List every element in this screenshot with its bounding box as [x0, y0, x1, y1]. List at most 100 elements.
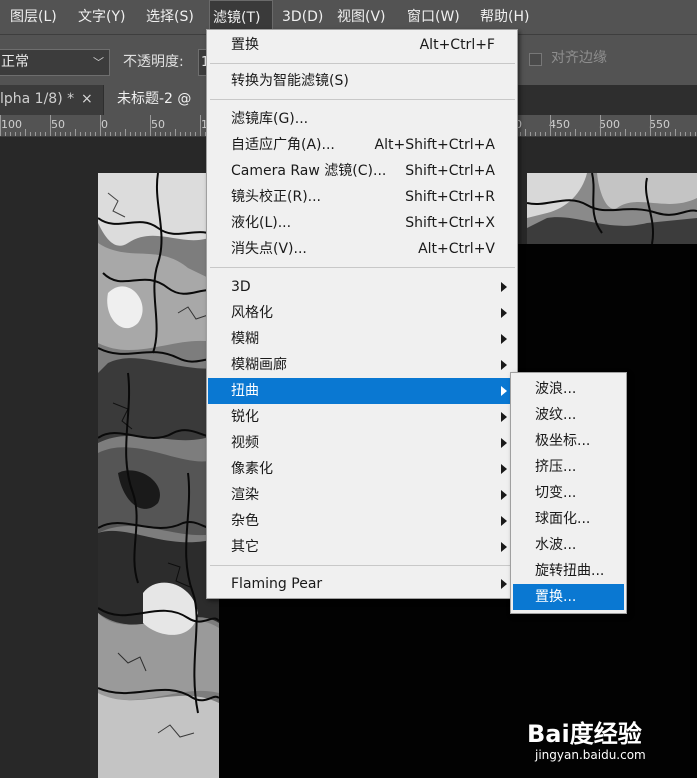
ruler-tick: [625, 129, 626, 136]
submenu-arrow-icon: [501, 438, 507, 448]
menu-divider: [210, 63, 515, 64]
submenu-item-pinch[interactable]: 挤压...: [513, 454, 624, 480]
menu-item-label: 消失点(V)...: [231, 241, 307, 257]
align-edges-checkbox[interactable]: [529, 53, 542, 66]
menu-item-liquify[interactable]: 液化(L)... Shift+Ctrl+X: [208, 210, 516, 236]
menu-item-label: 模糊画廊: [231, 357, 287, 373]
menu-item-camera-raw[interactable]: Camera Raw 滤镜(C)... Shift+Ctrl+A: [208, 158, 516, 184]
submenu-item-polar-coordinates[interactable]: 极坐标...: [513, 428, 624, 454]
submenu-arrow-icon: [501, 334, 507, 344]
displacement-texture-image: [98, 173, 219, 778]
ruler-tick: [620, 132, 621, 136]
document-tab-untitled-2[interactable]: 未标题-2 @: [104, 85, 214, 115]
menu-type[interactable]: 文字(Y): [75, 0, 128, 34]
submenu-item-displace[interactable]: 置换...: [513, 584, 624, 610]
ruler-tick: [580, 132, 581, 136]
menu-item-shortcut: Shift+Ctrl+A: [405, 163, 495, 179]
submenu-arrow-icon: [501, 579, 507, 589]
document-tab-alpha[interactable]: lpha 1/8) * ×: [0, 85, 103, 115]
submenu-item-label: 球面化...: [535, 511, 591, 527]
submenu-item-label: 波浪...: [535, 381, 577, 397]
ruler-tick: [190, 132, 191, 136]
submenu-item-wave[interactable]: 波浪...: [513, 376, 624, 402]
menu-item-noise[interactable]: 杂色: [208, 508, 516, 534]
ruler-tick: [615, 132, 616, 136]
menu-select[interactable]: 选择(S): [143, 0, 197, 34]
menu-item-label: 镜头校正(R)...: [231, 189, 322, 205]
menu-item-label: 风格化: [231, 305, 273, 321]
align-edges-label: 对齐边缘: [551, 50, 607, 66]
ruler-tick: [170, 132, 171, 136]
menu-divider: [210, 267, 515, 268]
ruler-label: 550: [649, 118, 670, 131]
blend-mode-select[interactable]: 正常 ﹀: [0, 49, 110, 76]
ruler-tick: [80, 132, 81, 136]
submenu-item-spherize[interactable]: 球面化...: [513, 506, 624, 532]
ruler-tick: [695, 132, 696, 136]
ruler-tick: [30, 132, 31, 136]
ruler-tick: [100, 115, 101, 136]
menu-item-blur[interactable]: 模糊: [208, 326, 516, 352]
ruler-tick: [660, 132, 661, 136]
close-icon[interactable]: ×: [81, 85, 93, 113]
submenu-item-label: 水波...: [535, 537, 577, 553]
ruler-tick: [670, 132, 671, 136]
menu-layer[interactable]: 图层(L): [7, 0, 60, 34]
baidu-jingyan-watermark: Bai度经验 jingyan.baidu.com: [527, 714, 667, 766]
menu-item-sharpen[interactable]: 锐化: [208, 404, 516, 430]
menu-item-stylize[interactable]: 风格化: [208, 300, 516, 326]
menu-item-label: 视频: [231, 435, 259, 451]
ruler-tick: [680, 132, 681, 136]
watermark-brand: Bai度经验: [527, 720, 642, 748]
ruler-tick: [175, 129, 176, 136]
menu-item-other[interactable]: 其它: [208, 534, 516, 560]
ruler-tick: [690, 132, 691, 136]
menu-item-label: Camera Raw 滤镜(C)...: [231, 163, 387, 179]
menu-item-shortcut: Shift+Ctrl+R: [405, 189, 495, 205]
menu-item-lens-correction[interactable]: 镜头校正(R)... Shift+Ctrl+R: [208, 184, 516, 210]
ruler-tick: [60, 132, 61, 136]
texture-corner-image: [527, 173, 697, 244]
ruler-tick: [15, 132, 16, 136]
menu-item-distort[interactable]: 扭曲: [208, 378, 516, 404]
menu-item-render[interactable]: 渲染: [208, 482, 516, 508]
menu-item-displace-repeat[interactable]: 置换 Alt+Ctrl+F: [208, 32, 516, 58]
ruler-tick: [570, 132, 571, 136]
ruler-tick: [540, 132, 541, 136]
submenu-arrow-icon: [501, 516, 507, 526]
ruler-tick: [610, 132, 611, 136]
ruler-label: 450: [549, 118, 570, 131]
submenu-item-ripple[interactable]: 波纹...: [513, 402, 624, 428]
menu-item-label: 模糊: [231, 331, 259, 347]
ruler-tick: [140, 132, 141, 136]
menu-item-pixelate[interactable]: 像素化: [208, 456, 516, 482]
submenu-arrow-icon: [501, 282, 507, 292]
menu-item-blur-gallery[interactable]: 模糊画廊: [208, 352, 516, 378]
menu-item-label: 3D: [231, 279, 251, 295]
menu-item-label: 锐化: [231, 409, 259, 425]
submenu-item-zigzag[interactable]: 水波...: [513, 532, 624, 558]
ruler-tick: [55, 132, 56, 136]
menu-item-vanishing-point[interactable]: 消失点(V)... Alt+Ctrl+V: [208, 236, 516, 262]
submenu-item-shear[interactable]: 切变...: [513, 480, 624, 506]
ruler-label: 0: [101, 118, 108, 131]
menu-item-label: 其它: [231, 539, 259, 555]
menu-item-convert-smart-filter[interactable]: 转换为智能滤镜(S): [208, 68, 516, 94]
watermark-url: jingyan.baidu.com: [535, 748, 646, 762]
menu-item-shortcut: Alt+Ctrl+V: [418, 241, 495, 257]
ruler-tick: [195, 132, 196, 136]
ruler-tick: [25, 129, 26, 136]
submenu-item-twirl[interactable]: 旋转扭曲...: [513, 558, 624, 584]
menu-item-video[interactable]: 视频: [208, 430, 516, 456]
menu-item-3d[interactable]: 3D: [208, 274, 516, 300]
ruler-tick: [685, 132, 686, 136]
menu-divider: [210, 99, 515, 100]
menu-item-adaptive-wide-angle[interactable]: 自适应广角(A)... Alt+Shift+Ctrl+A: [208, 132, 516, 158]
ruler-tick: [35, 132, 36, 136]
ruler-tick: [95, 132, 96, 136]
submenu-arrow-icon: [501, 386, 507, 396]
menu-item-flaming-pear[interactable]: Flaming Pear: [208, 571, 516, 597]
opacity-label: 不透明度:: [123, 54, 184, 70]
menu-item-filter-gallery[interactable]: 滤镜库(G)...: [208, 106, 516, 132]
ruler-tick: [75, 129, 76, 136]
